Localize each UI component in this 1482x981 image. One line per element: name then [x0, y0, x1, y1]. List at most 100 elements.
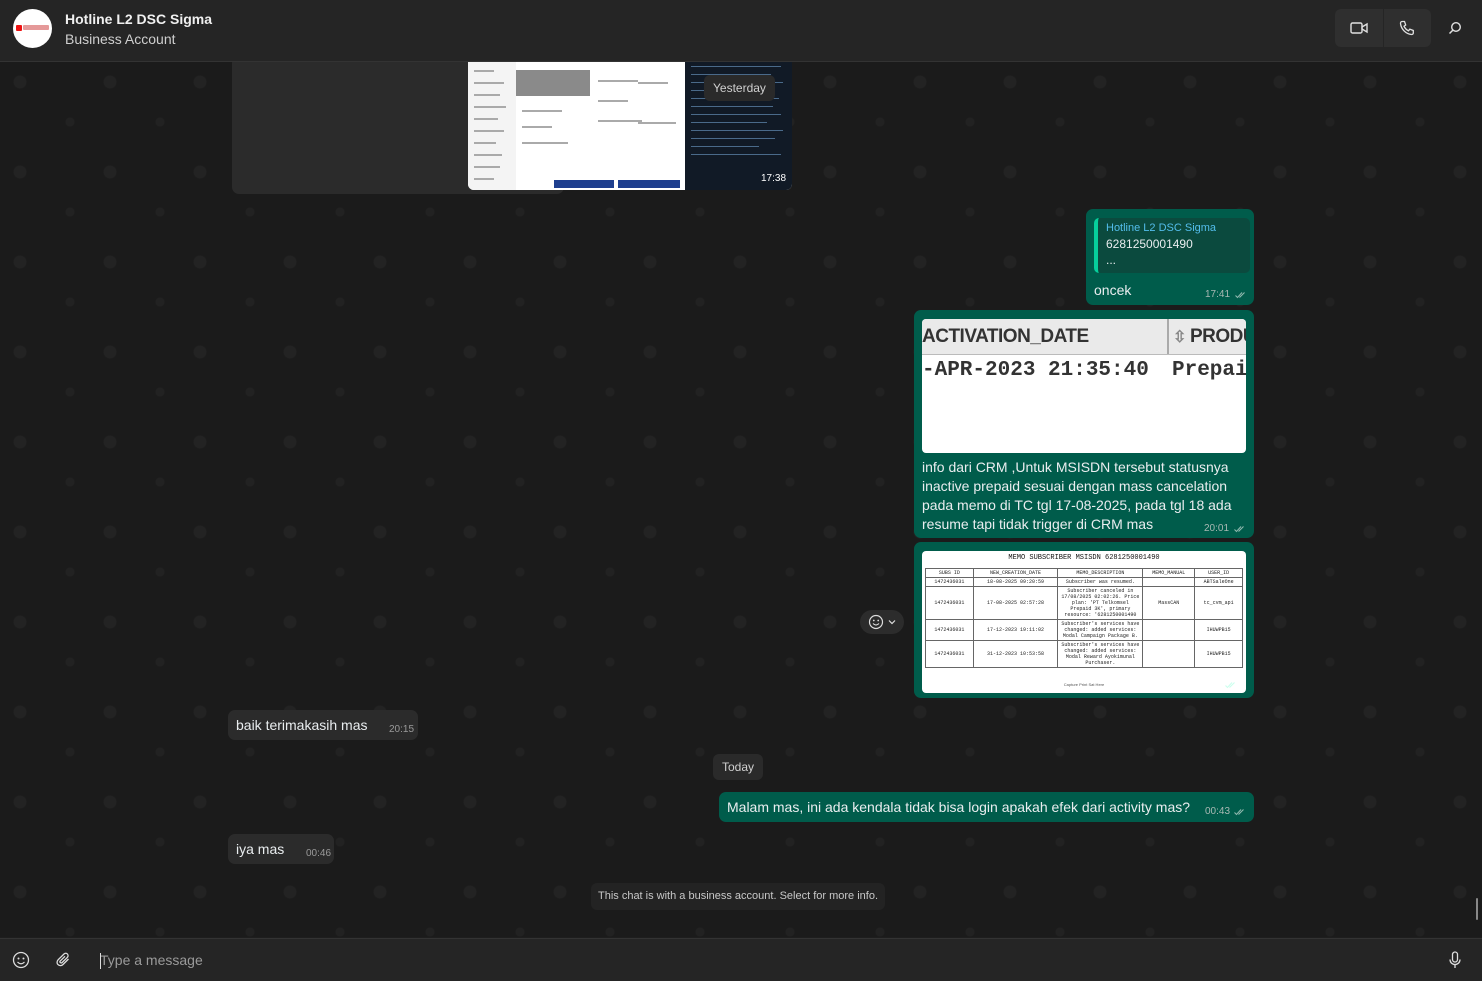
thumb-line: [598, 100, 628, 102]
thumb-line: [474, 118, 498, 120]
memo-cell: Subscriber's services have changed: adde…: [1057, 640, 1144, 668]
sort-icon: ⇳: [1173, 329, 1186, 346]
voice-message-button[interactable]: [1444, 949, 1466, 971]
logo-icon: [16, 25, 22, 31]
text-caret: [100, 953, 101, 969]
date-separator-yesterday: Yesterday: [704, 75, 775, 101]
memo-cell: [1142, 577, 1196, 587]
message-outgoing-image-caption[interactable]: ACTIVATION_DATE ⇳ PRODU -APR-2023 21:35:…: [914, 310, 1254, 538]
crm-screenshot-image[interactable]: ACTIVATION_DATE ⇳ PRODU -APR-2023 21:35:…: [922, 319, 1246, 453]
thumb-button: [554, 180, 614, 188]
voice-call-button[interactable]: [1383, 9, 1431, 47]
thumb-dark-line: [691, 122, 767, 123]
message-text: Malam mas, ini ada kendala tidak bisa lo…: [727, 799, 1191, 815]
memo-header-cell: MEMO_DESCRIPTION: [1057, 568, 1144, 578]
crm-column-separator: [1167, 319, 1169, 354]
read-ticks-icon: [1234, 809, 1244, 816]
thumb-dark-line: [691, 106, 773, 107]
table-row: 1472436031 17-08-2025 02:57:28 Subscribe…: [925, 586, 1243, 620]
memo-cell: 1472436031: [925, 577, 974, 587]
quoted-text: 6281250001490: [1106, 237, 1193, 251]
voice-call-icon: [1399, 20, 1414, 36]
memo-table: SUBS ID NEW_CREATION_DATE MEMO_DESCRIPTI…: [925, 568, 1243, 668]
memo-cell: Subscriber was resumed.: [1057, 577, 1144, 587]
reaction-emoji-icon: [868, 614, 884, 630]
thumb-line: [474, 106, 506, 108]
message-outgoing-reply[interactable]: Hotline L2 DSC Sigma 6281250001490 ... o…: [1086, 209, 1254, 305]
message-outgoing[interactable]: Malam mas, ini ada kendala tidak bisa lo…: [719, 792, 1254, 822]
thumb-dark-line: [691, 66, 781, 67]
memo-cell: 17-12-2023 19:11:02: [972, 619, 1059, 641]
message-input[interactable]: [100, 947, 1420, 973]
video-call-button[interactable]: [1335, 9, 1384, 47]
message-composer: [0, 938, 1482, 981]
message-time: 20:01: [1204, 523, 1230, 534]
thumb-line: [474, 154, 502, 156]
message-text: iya mas: [236, 841, 285, 857]
message-outgoing-image[interactable]: MEMO SUBSCRIBER MSISDN 6281250001490 SUB…: [914, 542, 1254, 698]
mic-icon: [1449, 951, 1461, 968]
message-text: baik terimakasih mas: [236, 717, 368, 733]
read-ticks-icon: [1234, 526, 1244, 533]
chat-area[interactable]: 17:38 Yesterday Hotline L2 DSC Sigma 628…: [0, 62, 1482, 937]
thumb-dark-line: [691, 146, 759, 147]
message-incoming[interactable]: baik terimakasih mas 20:15: [228, 710, 418, 740]
thumb-card: [516, 70, 590, 96]
thumb-dark-line: [691, 154, 781, 155]
attach-icon: [56, 952, 69, 967]
memo-screenshot-image[interactable]: MEMO SUBSCRIBER MSISDN 6281250001490 SUB…: [922, 551, 1246, 693]
thumb-dark-line: [691, 138, 775, 139]
thumb-dark-line: [691, 130, 783, 131]
message-time: 20:15: [389, 724, 415, 735]
contact-name[interactable]: Hotline L2 DSC Sigma: [65, 11, 212, 27]
message-time: 17:41: [1205, 289, 1231, 300]
message-incoming[interactable]: iya mas 00:46: [228, 834, 334, 864]
thumb-line: [522, 110, 562, 112]
crm-column-activation: ACTIVATION_DATE: [922, 326, 1089, 347]
thumb-line: [474, 70, 494, 72]
contact-subtitle: Business Account: [65, 31, 176, 47]
memo-cell: 1472436031: [925, 586, 974, 620]
thumb-button: [618, 180, 680, 188]
memo-cell: 18-08-2025 09:20:59: [972, 577, 1059, 587]
date-separator-today: Today: [713, 754, 764, 780]
attach-button[interactable]: [53, 949, 75, 971]
message-time: 20:01: [1195, 679, 1221, 690]
caption-line-1: info dari CRM ,Untuk MSISDN tersebut sta…: [922, 459, 1229, 475]
memo-cell: [1142, 619, 1196, 641]
message-image-incoming[interactable]: 17:38: [232, 62, 792, 194]
table-row: 1472436031 31-12-2023 10:53:58 Subscribe…: [925, 640, 1243, 668]
message-time: 00:43: [1205, 806, 1231, 817]
chat-header[interactable]: Hotline L2 DSC Sigma Business Account: [0, 0, 1482, 62]
chat-scrollbar[interactable]: [1476, 898, 1478, 920]
thumb-line: [474, 130, 504, 132]
memo-cell: MassCAN: [1142, 586, 1196, 620]
search-button[interactable]: [1440, 13, 1470, 43]
memo-cell: 1472436031: [925, 619, 974, 641]
memo-cell: Subscriber's services have changed: adde…: [1057, 619, 1144, 641]
table-row: 1472436031 17-12-2023 19:11:02 Subscribe…: [925, 619, 1243, 641]
memo-header-cell: NEW_CREATION_DATE: [972, 568, 1059, 578]
reaction-button[interactable]: [860, 610, 904, 634]
thumb-line: [522, 126, 552, 128]
memo-cell: 1472436031: [925, 640, 974, 668]
message-time: 00:46: [306, 848, 332, 859]
thumb-line: [638, 122, 676, 124]
message-text: oncek: [1094, 282, 1132, 298]
table-row: 1472436031 18-08-2025 09:20:59 Subscribe…: [925, 577, 1243, 587]
thumb-line: [598, 120, 642, 122]
memo-cell: 17-08-2025 02:57:28: [972, 586, 1059, 620]
logo-text-mark: [23, 25, 49, 30]
video-call-icon: [1350, 22, 1368, 34]
memo-cell: IHUWPB15: [1194, 640, 1243, 668]
memo-cell: Subscriber canceled in 17/08/2025 02:02:…: [1057, 586, 1144, 620]
business-account-notice[interactable]: This chat is with a business account. Se…: [591, 883, 885, 910]
contact-avatar[interactable]: [13, 9, 52, 48]
emoji-button[interactable]: [10, 949, 32, 971]
thumb-line: [638, 82, 668, 84]
memo-header-row: SUBS ID NEW_CREATION_DATE MEMO_DESCRIPTI…: [925, 568, 1243, 578]
memo-header-cell: USER_ID: [1194, 568, 1243, 578]
thumb-line: [474, 142, 496, 144]
memo-cell: tc_cvm_api: [1194, 586, 1243, 620]
quoted-message[interactable]: Hotline L2 DSC Sigma 6281250001490 ...: [1094, 218, 1250, 273]
